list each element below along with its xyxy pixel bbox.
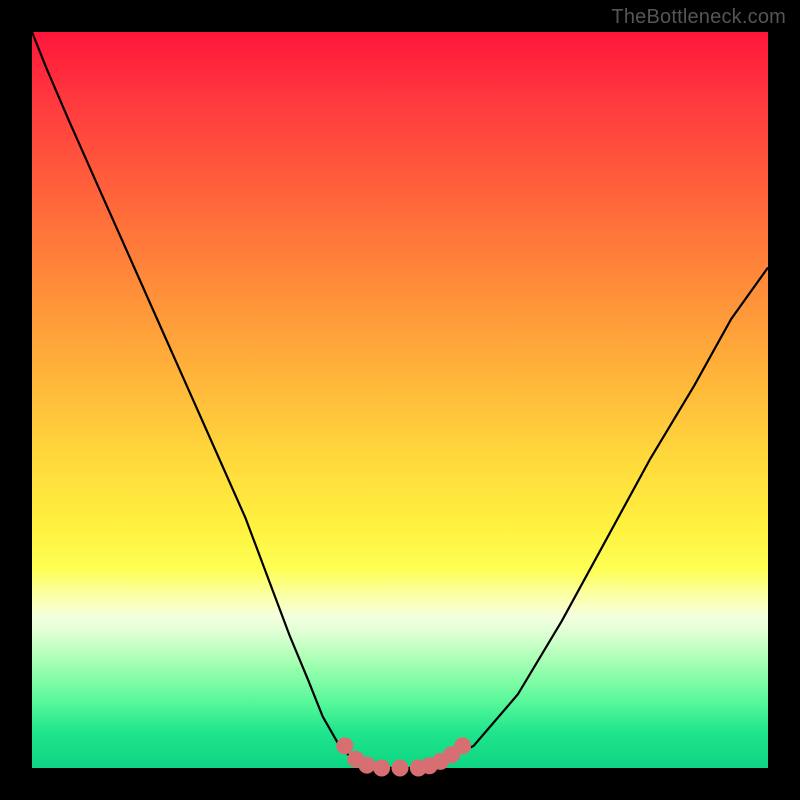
marker-group: [337, 738, 471, 776]
marker-point: [337, 738, 353, 754]
bottleneck-curve: [32, 32, 768, 768]
marker-point: [359, 757, 375, 773]
plot-area: [32, 32, 768, 768]
watermark-text: TheBottleneck.com: [611, 6, 786, 29]
chart-svg: [32, 32, 768, 768]
chart-frame: TheBottleneck.com: [0, 0, 800, 800]
marker-point: [374, 760, 390, 776]
marker-point: [392, 760, 408, 776]
marker-point: [455, 738, 471, 754]
